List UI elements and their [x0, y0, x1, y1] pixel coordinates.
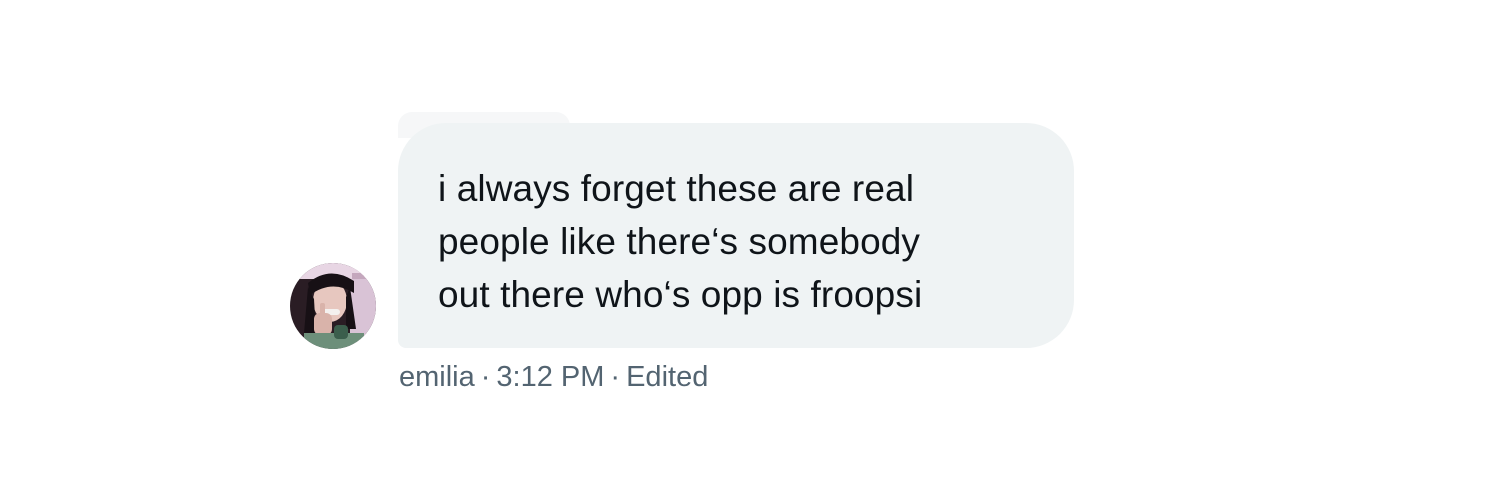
message-meta: emilia · 3:12 PM · Edited — [399, 360, 708, 394]
avatar-photo-icon — [290, 263, 376, 349]
meta-separator: · — [610, 361, 621, 393]
sender-avatar[interactable] — [290, 263, 376, 349]
message-text: i always forget these are real people li… — [438, 168, 923, 315]
message-bubble[interactable]: i always forget these are real people li… — [398, 123, 1074, 348]
message-time: 3:12 PM — [496, 361, 605, 393]
edited-label[interactable]: Edited — [626, 361, 708, 393]
meta-separator: · — [480, 361, 491, 393]
sender-name[interactable]: emilia — [399, 361, 475, 393]
